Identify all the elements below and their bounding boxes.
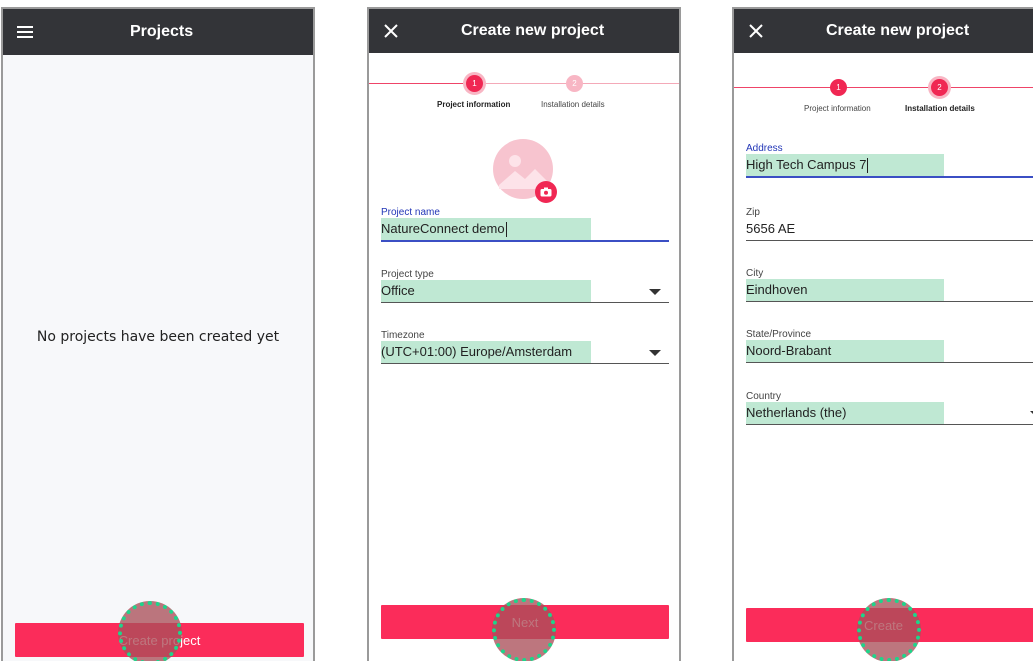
field-label: Project type [381, 269, 434, 280]
screenshot-stage: Projects No projects have been created y… [0, 0, 1033, 661]
city-field[interactable]: City Eindhoven [746, 268, 1033, 302]
text-caret [505, 222, 507, 238]
create-project-step1-screen: Create new project 1 2 Project informati… [367, 7, 681, 661]
step-2-indicator[interactable]: 2 [931, 79, 948, 96]
project-type-select[interactable]: Project type Office [381, 269, 669, 303]
next-button[interactable]: Next [381, 605, 669, 639]
project-image-picker[interactable] [493, 139, 557, 203]
text-caret [867, 158, 869, 174]
project-name-field[interactable]: Project name NatureConnect demo [381, 207, 669, 242]
app-bar: Create new project [734, 9, 1033, 53]
country-value: Netherlands (the) [746, 405, 847, 420]
menu-button[interactable] [5, 9, 45, 55]
app-bar: Create new project [369, 9, 679, 53]
field-underline [381, 240, 669, 242]
address-field[interactable]: Address High Tech Campus 7 [746, 143, 1033, 178]
chevron-down-icon[interactable] [649, 289, 661, 295]
create-project-step2-screen: Create new project 1 2 Project informati… [732, 7, 1033, 661]
stepper: 1 2 Project information Installation det… [369, 73, 679, 123]
create-project-button[interactable]: Create project [15, 623, 304, 657]
field-label: Zip [746, 207, 760, 218]
step-1-indicator[interactable]: 1 [830, 79, 847, 96]
project-name-input[interactable]: NatureConnect demo [381, 221, 505, 236]
country-select[interactable]: Country Netherlands (the) [746, 391, 1033, 425]
projects-screen: Projects No projects have been created y… [1, 7, 315, 661]
close-icon [384, 24, 398, 38]
zip-field[interactable]: Zip 5656 AE [746, 207, 1033, 241]
field-label: State/Province [746, 329, 812, 340]
field-underline [746, 362, 1033, 363]
create-button[interactable]: Create [746, 608, 1033, 642]
field-label: Project name [381, 207, 440, 218]
page-title: Create new project [461, 22, 605, 39]
field-underline [381, 363, 669, 364]
close-icon [749, 24, 763, 38]
close-button[interactable] [371, 9, 411, 53]
chevron-down-icon[interactable] [649, 350, 661, 356]
stepper-track [734, 87, 1033, 88]
project-type-value: Office [381, 283, 415, 298]
state-field[interactable]: State/Province Noord-Brabant [746, 329, 1033, 363]
page-title: Projects [130, 23, 194, 40]
stepper-track-active [369, 83, 479, 84]
menu-icon [17, 26, 33, 38]
field-underline [746, 176, 1033, 178]
empty-state-message: No projects have been created yet [36, 329, 280, 345]
timezone-value: (UTC+01:00) Europe/Amsterdam [381, 344, 573, 359]
field-underline [746, 240, 1033, 241]
step-1-indicator[interactable]: 1 [466, 75, 483, 92]
step-1-label: Project information [804, 104, 871, 113]
field-underline [746, 424, 1033, 425]
timezone-select[interactable]: Timezone (UTC+01:00) Europe/Amsterdam [381, 330, 669, 364]
field-label: City [746, 268, 764, 279]
city-input[interactable]: Eindhoven [746, 279, 1033, 300]
page-title: Create new project [826, 22, 970, 39]
app-bar: Projects [3, 9, 313, 55]
field-underline [381, 302, 669, 303]
camera-icon [540, 187, 552, 197]
step-2-indicator[interactable]: 2 [566, 75, 583, 92]
step-1-label: Project information [437, 100, 511, 109]
zip-input[interactable]: 5656 AE [746, 218, 1033, 239]
address-input[interactable]: High Tech Campus 7 [746, 157, 866, 172]
step-2-label: Installation details [905, 104, 975, 113]
stepper: 1 2 Project information Installation det… [734, 77, 1033, 127]
field-underline [746, 301, 1033, 302]
step-2-label: Installation details [541, 100, 605, 109]
state-input[interactable]: Noord-Brabant [746, 340, 1033, 361]
field-label: Timezone [381, 330, 425, 341]
camera-button[interactable] [535, 181, 557, 203]
close-button[interactable] [736, 9, 776, 53]
field-label: Country [746, 391, 782, 402]
field-label: Address [746, 143, 783, 154]
